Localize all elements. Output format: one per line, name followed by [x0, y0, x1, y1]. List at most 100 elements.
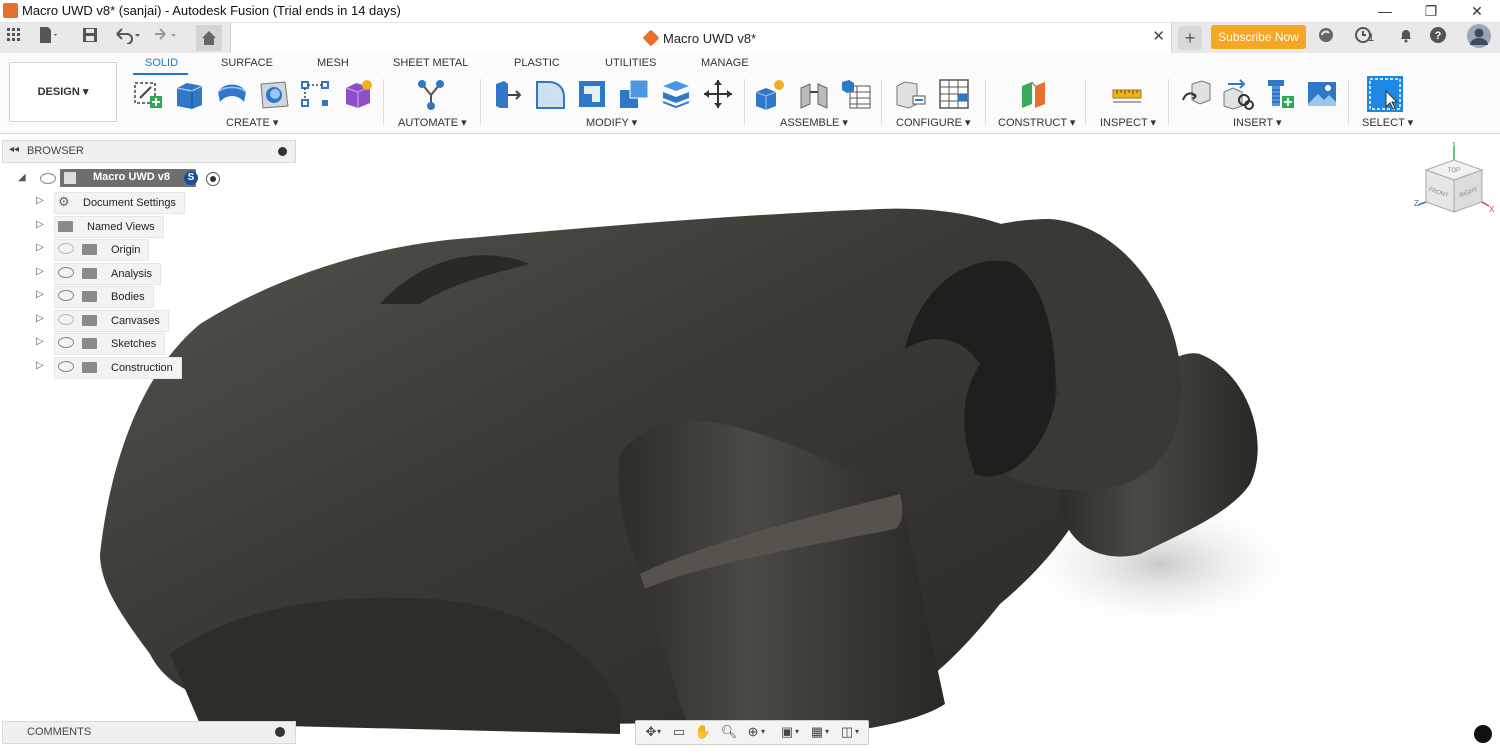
joint-icon[interactable]	[798, 78, 830, 110]
browser-item-named-views[interactable]: ▷ Named Views	[34, 216, 194, 238]
visibility-eye-icon[interactable]	[40, 173, 56, 184]
close-window-button[interactable]: ✕	[1454, 0, 1500, 22]
viewports-dropdown-icon[interactable]: ▾	[852, 724, 862, 740]
configure-group-label[interactable]: CONFIGURE ▾	[896, 116, 971, 129]
collapse-arrow-icon[interactable]: ◢	[18, 172, 26, 183]
redo-icon[interactable]	[148, 26, 180, 50]
expand-arrow-icon[interactable]: ▷	[36, 336, 44, 347]
construct-group-label[interactable]: CONSTRUCT ▾	[998, 116, 1075, 129]
hidden-eye-icon[interactable]	[58, 243, 74, 254]
job-status-clock-icon[interactable]: 1	[1348, 26, 1378, 50]
automate-icon[interactable]	[415, 78, 447, 110]
measure-icon[interactable]	[1111, 78, 1143, 110]
create-sketch-icon[interactable]	[132, 78, 164, 110]
browser-item-canvases[interactable]: ▷ Canvases	[34, 310, 194, 332]
new-component-icon[interactable]	[754, 78, 786, 110]
pattern-icon[interactable]	[300, 78, 332, 110]
view-cube[interactable]: TOP FRONT RIGHT Y Z X	[1412, 139, 1496, 226]
visibility-eye-icon[interactable]	[58, 290, 74, 301]
browser-item-origin[interactable]: ▷ Origin	[34, 239, 194, 261]
zoom-dropdown-icon[interactable]: ▾	[758, 724, 768, 740]
offset-plane-icon[interactable]	[1019, 78, 1051, 110]
comments-panel[interactable]: COMMENTS	[2, 721, 296, 744]
modify-group-label[interactable]: MODIFY ▾	[586, 116, 637, 129]
3d-viewport[interactable]	[0, 134, 1500, 751]
combine-icon[interactable]	[618, 78, 650, 110]
automate-group-label[interactable]: AUTOMATE ▾	[398, 116, 467, 129]
hidden-eye-icon[interactable]	[58, 314, 74, 325]
minimize-button[interactable]: —	[1362, 0, 1408, 22]
refresh-icon[interactable]	[1314, 26, 1338, 50]
tab-manage[interactable]: MANAGE	[701, 57, 749, 69]
visibility-eye-icon[interactable]	[58, 337, 74, 348]
restore-button[interactable]: ❐	[1408, 0, 1454, 22]
expand-arrow-icon[interactable]: ▷	[36, 289, 44, 300]
decal-icon[interactable]	[1306, 78, 1338, 110]
collapse-panel-icon[interactable]: ◂◂	[9, 144, 19, 155]
create-form-icon[interactable]	[342, 78, 374, 110]
feedback-icon[interactable]	[1474, 725, 1492, 743]
insert-mesh-icon[interactable]	[1264, 78, 1296, 110]
avatar-icon[interactable]	[1466, 24, 1492, 50]
grid-dropdown-icon[interactable]: ▾	[822, 724, 832, 740]
tab-surface[interactable]: SURFACE	[221, 57, 273, 69]
insert-derive-icon[interactable]	[1180, 78, 1212, 110]
move-copy-icon[interactable]	[702, 78, 734, 110]
inspect-group-label[interactable]: INSPECT ▾	[1100, 116, 1156, 129]
hole-icon[interactable]	[258, 78, 290, 110]
expand-arrow-icon[interactable]: ▷	[36, 313, 44, 324]
fillet-icon[interactable]	[534, 78, 566, 110]
select-group-label[interactable]: SELECT ▾	[1362, 116, 1413, 129]
insert-group-label[interactable]: INSERT ▾	[1233, 116, 1282, 129]
display-dropdown-icon[interactable]: ▾	[792, 724, 802, 740]
close-tab-icon[interactable]: ✕	[1152, 27, 1165, 45]
expand-arrow-icon[interactable]: ▷	[36, 360, 44, 371]
look-at-icon[interactable]: ▭	[668, 724, 690, 740]
tab-mesh[interactable]: MESH	[317, 57, 349, 69]
expand-arrow-icon[interactable]: ▷	[36, 219, 44, 230]
save-icon[interactable]	[78, 26, 102, 50]
insert-mcmaster-icon[interactable]	[1222, 78, 1254, 110]
expand-arrow-icon[interactable]: ▷	[36, 242, 44, 253]
browser-item-construction[interactable]: ▷ Construction	[34, 357, 194, 379]
browser-item-sketches[interactable]: ▷ Sketches	[34, 333, 194, 355]
activate-component-icon[interactable]	[206, 172, 220, 186]
visibility-eye-icon[interactable]	[58, 361, 74, 372]
browser-root-node[interactable]: ◢ Macro UWD v8 S	[16, 169, 236, 189]
extrude-icon[interactable]	[174, 78, 206, 110]
pan-hand-icon[interactable]: ✋	[692, 724, 714, 740]
minimize-panel-icon[interactable]	[278, 147, 287, 156]
create-group-label[interactable]: CREATE ▾	[226, 116, 278, 129]
browser-item-document-settings[interactable]: ▷ Document Settings ⚙	[34, 192, 194, 214]
help-icon[interactable]: ?	[1426, 26, 1450, 50]
expand-arrow-icon[interactable]: ▷	[36, 266, 44, 277]
workspace-switcher-button[interactable]: DESIGN ▾	[9, 62, 117, 122]
tab-plastic[interactable]: PLASTIC	[514, 57, 560, 69]
grid-icon[interactable]	[2, 26, 26, 50]
scale-icon[interactable]	[660, 78, 692, 110]
browser-panel-header[interactable]: ◂◂ BROWSER	[2, 140, 296, 163]
select-icon[interactable]	[1366, 75, 1404, 113]
visibility-eye-icon[interactable]	[58, 267, 74, 278]
tab-solid[interactable]: SOLID	[145, 57, 178, 69]
undo-icon[interactable]	[112, 26, 144, 50]
configuration-table-icon[interactable]	[938, 78, 970, 110]
browser-item-analysis[interactable]: ▷ Analysis	[34, 263, 194, 285]
tab-utilities[interactable]: UTILITIES	[605, 57, 656, 69]
new-tab-button[interactable]: +	[1178, 26, 1202, 50]
document-tab[interactable]: Macro UWD v8* ✕	[230, 23, 1172, 53]
zoom-icon[interactable]: 🔍︎	[718, 724, 740, 740]
bill-of-materials-icon[interactable]	[840, 78, 872, 110]
orbit-dropdown-icon[interactable]: ▾	[654, 724, 664, 740]
tab-sheet-metal[interactable]: SHEET METAL	[393, 57, 468, 69]
expand-arrow-icon[interactable]: ▷	[36, 195, 44, 206]
parameters-icon[interactable]	[895, 78, 927, 110]
subscribe-now-button[interactable]: Subscribe Now	[1211, 25, 1306, 49]
assemble-group-label[interactable]: ASSEMBLE ▾	[780, 116, 848, 129]
home-icon[interactable]	[196, 25, 222, 51]
add-comment-icon[interactable]	[275, 727, 285, 737]
browser-item-bodies[interactable]: ▷ Bodies	[34, 286, 194, 308]
press-pull-icon[interactable]	[492, 78, 524, 110]
revolve-icon[interactable]	[216, 78, 248, 110]
bell-icon[interactable]	[1394, 26, 1418, 50]
